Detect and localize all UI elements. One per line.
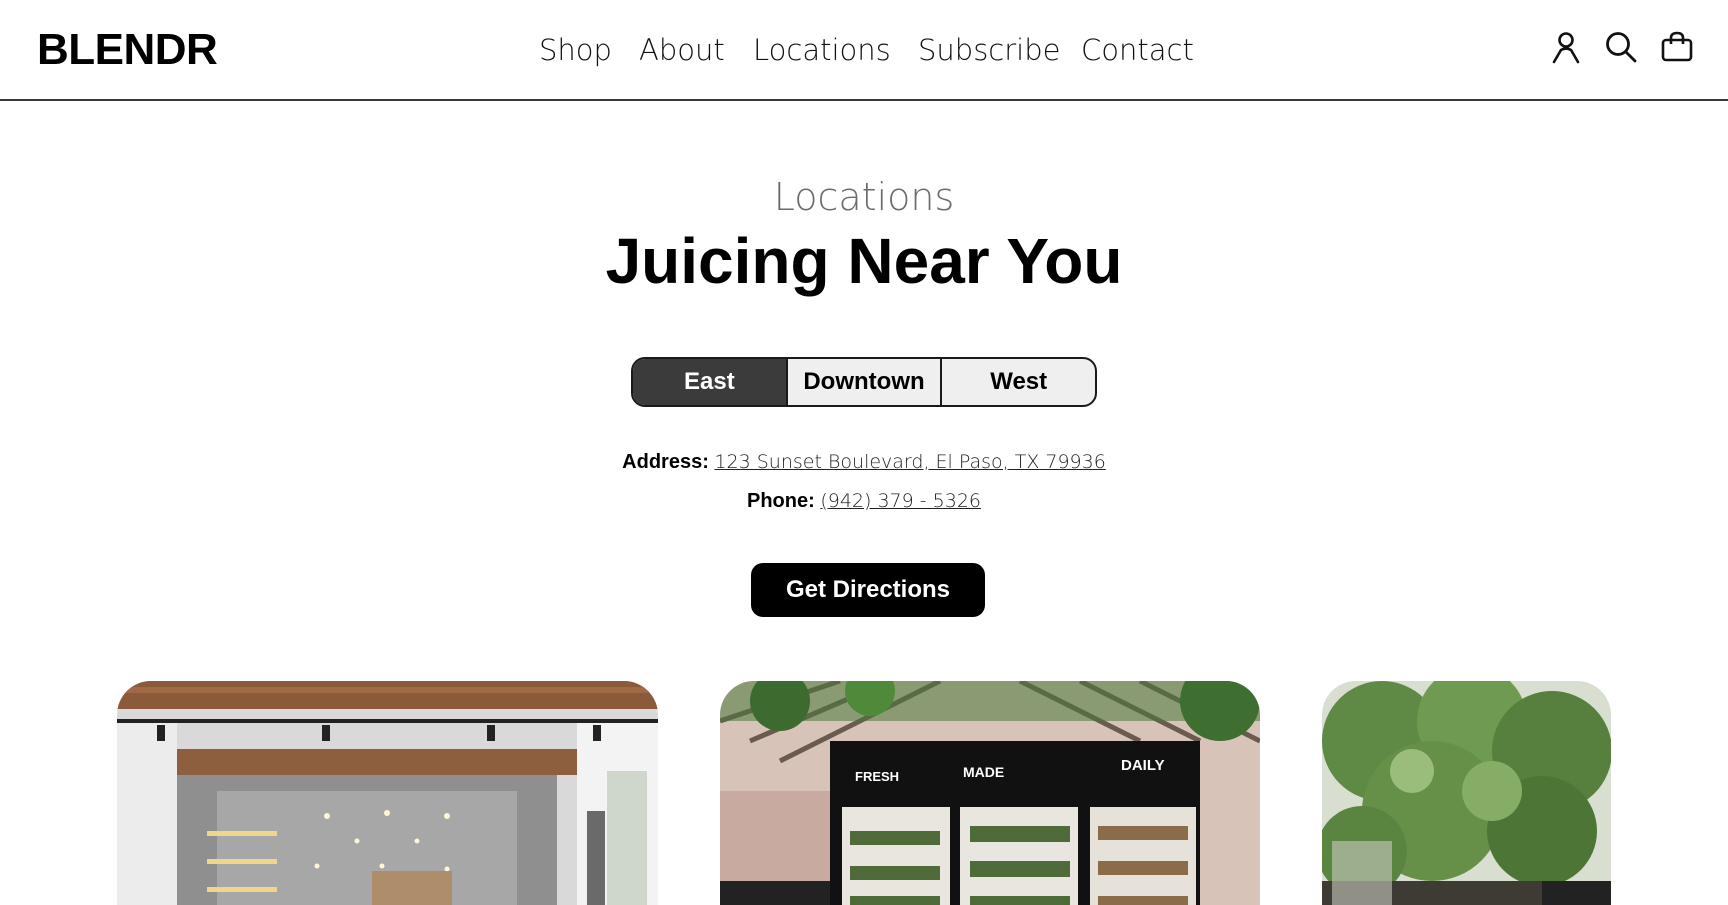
fridge-sign-fresh: FRESH	[855, 769, 899, 784]
phone-line: Phone: (942) 379 - 5326	[0, 488, 1728, 514]
nav-item-locations[interactable]: Locations	[753, 30, 891, 70]
address-label: Address:	[622, 451, 709, 473]
tab-downtown[interactable]: Downtown	[788, 359, 943, 405]
page: BLENDR Shop About Locations Subscribe Co…	[0, 0, 1728, 905]
page-title: Juicing Near You	[605, 225, 1123, 297]
cart-bag-icon[interactable]	[1659, 28, 1695, 66]
nav-item-about[interactable]: About	[639, 30, 725, 70]
address-line: Address: 123 Sunset Boulevard, El Paso, …	[0, 449, 1728, 475]
search-icon[interactable]	[1603, 28, 1639, 66]
storefront-trees-photo	[1322, 681, 1611, 905]
fridge-sign-made: MADE	[963, 764, 1004, 780]
juice-fridge-photo: FRESH MADE DAILY	[720, 681, 1260, 905]
fridge-sign-daily: DAILY	[1121, 757, 1165, 774]
address-link[interactable]: 123 Sunset Boulevard, El Paso, TX 79936	[714, 451, 1105, 473]
account-icon[interactable]	[1548, 28, 1584, 66]
nav-item-contact[interactable]: Contact	[1081, 30, 1194, 70]
nav-item-subscribe[interactable]: Subscribe	[918, 30, 1060, 70]
tab-west[interactable]: West	[942, 359, 1095, 405]
location-tabs: East Downtown West	[631, 357, 1097, 407]
brand-logo[interactable]: BLENDR	[37, 24, 218, 76]
site-header: BLENDR Shop About Locations Subscribe Co…	[0, 0, 1728, 101]
store-interior-photo	[117, 681, 658, 905]
phone-label: Phone:	[746, 490, 815, 512]
tab-east[interactable]: East	[633, 359, 788, 405]
nav-item-shop[interactable]: Shop	[539, 30, 612, 70]
phone-link[interactable]: (942) 379 - 5326	[820, 490, 981, 512]
section-eyebrow: Locations	[773, 175, 955, 219]
get-directions-button[interactable]: Get Directions	[751, 563, 985, 617]
